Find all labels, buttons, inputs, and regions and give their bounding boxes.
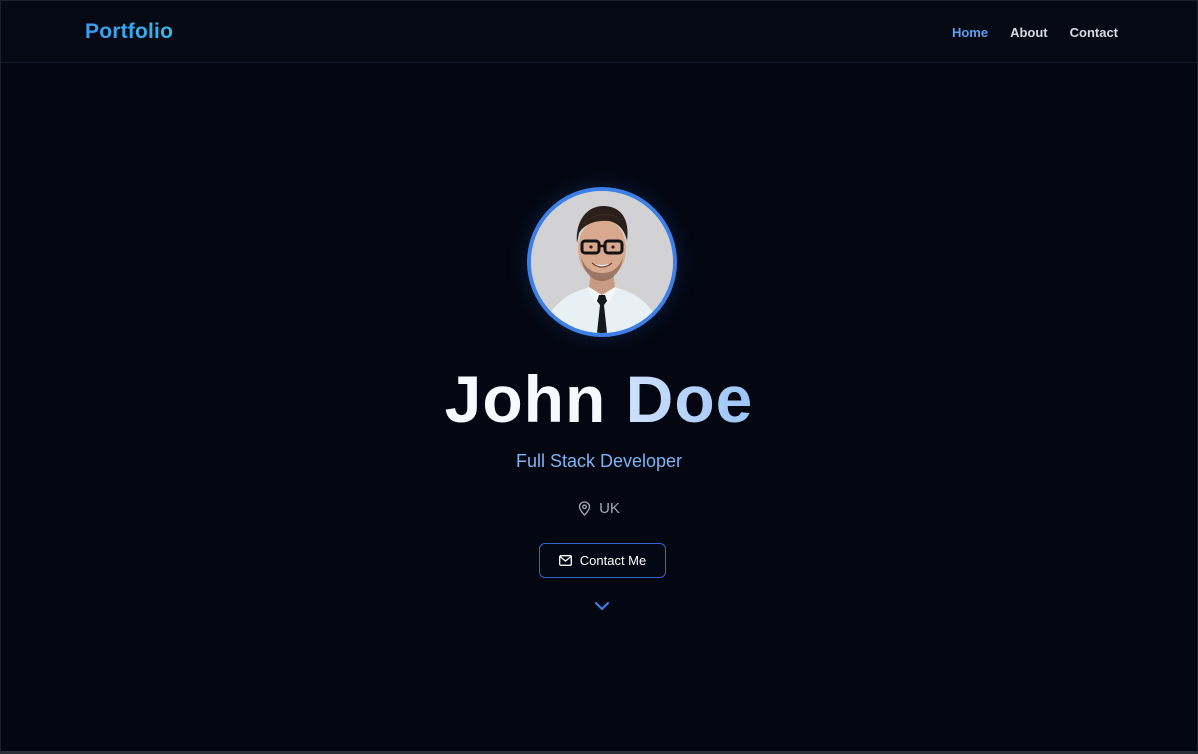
last-name: Doe (625, 362, 754, 436)
mail-icon (558, 555, 572, 566)
nav-link-contact[interactable]: Contact (1070, 25, 1118, 40)
navbar: Portfolio Home About Contact (1, 1, 1197, 63)
chevron-down-icon[interactable] (593, 600, 611, 612)
nav-links: Home About Contact (952, 25, 1118, 40)
job-title: Full Stack Developer (515, 451, 683, 471)
location-text: UK (599, 500, 620, 517)
brand-logo[interactable]: Portfolio (85, 20, 173, 44)
map-pin-icon (578, 501, 591, 516)
first-name: John (444, 362, 607, 436)
app-window: Portfolio Home About Contact John Doe Fu… (0, 0, 1198, 754)
profile-photo (531, 191, 673, 333)
nav-link-home[interactable]: Home (952, 25, 988, 40)
profile-avatar (527, 187, 677, 337)
contact-me-button[interactable]: Contact Me (539, 543, 666, 578)
contact-me-label: Contact Me (579, 553, 647, 568)
hero-section: John Doe Full Stack Developer UK Contact… (1, 63, 1197, 703)
profile-name: John Doe (1, 359, 1197, 439)
location: UK (1, 500, 1197, 517)
nav-link-about[interactable]: About (1010, 25, 1048, 40)
